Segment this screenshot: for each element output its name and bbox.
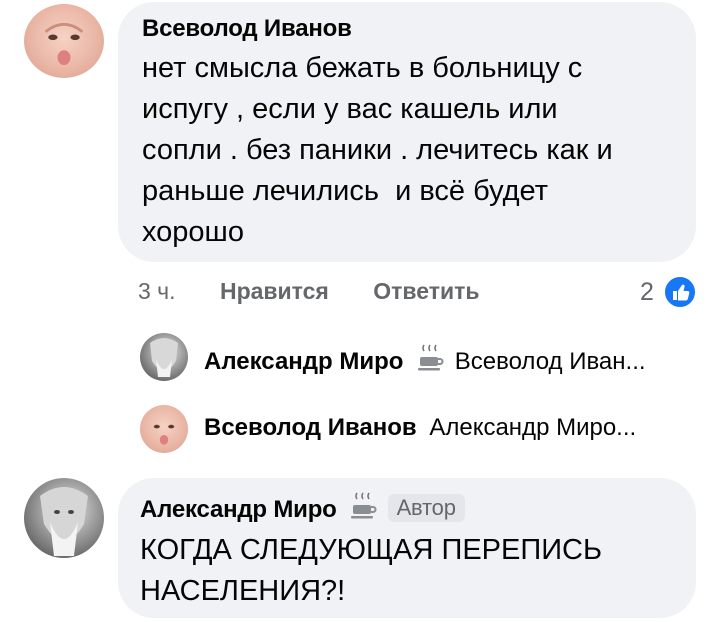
comment-text-line: хорошо: [142, 216, 244, 248]
comment-author-row: Александр Миро Автор: [140, 491, 465, 524]
comment-text-line: КОГДА СЛЕДУЮЩАЯ ПЕРЕПИСЬ: [140, 534, 603, 566]
author-badge: Автор: [387, 494, 465, 522]
like-count[interactable]: 2: [640, 278, 654, 307]
comment-text: КОГДА СЛЕДУЮЩАЯ ПЕРЕПИСЬ НАСЕЛЕНИЯ?!: [140, 530, 680, 612]
like-button[interactable]: Нравится: [220, 278, 329, 304]
avatar-vsevolod[interactable]: [24, 4, 104, 78]
reply-preview[interactable]: Александр Миро Всеволод Иван...: [204, 343, 646, 376]
reply-author[interactable]: Всеволод Иванов: [204, 414, 417, 441]
thumbs-up-icon: [663, 275, 697, 309]
avatar-aleksandr[interactable]: [24, 478, 104, 558]
comment-text-line: сопли . без паники . лечитесь как и: [142, 134, 613, 166]
avatar-vsevolod[interactable]: [140, 405, 188, 453]
comment-text-line: испугу , если у вас кашель или: [142, 93, 558, 125]
comment-timestamp[interactable]: 3 ч.: [138, 278, 176, 304]
comment-text-line: раньше лечились и всё будет: [142, 175, 548, 207]
reply-author[interactable]: Александр Миро: [204, 348, 403, 375]
avatar-aleksandr-image: [150, 338, 178, 377]
comment-bubble: Александр Миро Автор КОГДА СЛЕДУЮЩАЯ ПЕР…: [118, 478, 696, 618]
reply-button[interactable]: Ответить: [373, 278, 479, 304]
comment-text-line: нет смысла бежать в больницу с: [142, 52, 583, 84]
coffee-cup-icon: [351, 492, 377, 519]
comment-text: нет смысла бежать в больницу с испугу , …: [142, 48, 682, 253]
reply-snippet: Всеволод Иван...: [454, 348, 646, 375]
reply-snippet: Александр Миро...: [429, 414, 637, 441]
avatar-vsevolod-image: [44, 22, 84, 66]
coffee-cup-icon: [418, 344, 444, 371]
avatar-aleksandr-image: [40, 487, 88, 556]
comment-actions: 3 ч. Нравится Ответить: [138, 278, 480, 305]
reply-preview[interactable]: Всеволод Иванов Александр Миро...: [204, 414, 636, 442]
comment-author[interactable]: Всеволод Иванов: [142, 15, 352, 43]
avatar-aleksandr[interactable]: [140, 333, 188, 381]
comment-author[interactable]: Александр Миро: [140, 496, 337, 523]
comment-bubble: Всеволод Иванов нет смысла бежать в боль…: [118, 2, 696, 262]
avatar-vsevolod-image: [153, 424, 175, 445]
comment-text-line: НАСЕЛЕНИЯ?!: [140, 575, 346, 607]
